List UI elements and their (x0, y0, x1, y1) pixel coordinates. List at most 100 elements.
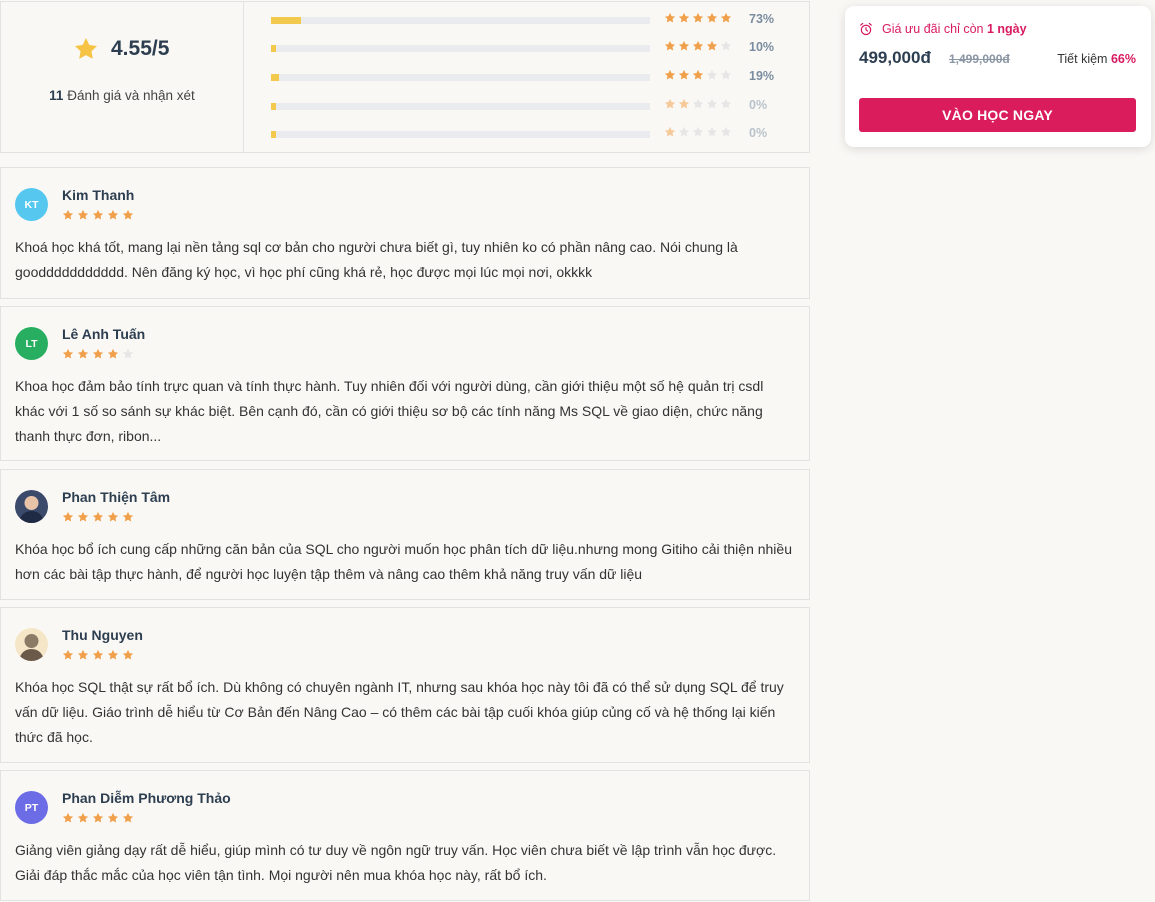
distribution-stars (664, 98, 732, 110)
user-photo-icon (19, 496, 44, 523)
review-text: Khóa học bổ ích cung cấp những căn bản c… (15, 541, 792, 582)
average-rating: 4.55/5 (73, 36, 169, 62)
average-score: 4.55/5 (111, 37, 170, 60)
promo-countdown: Giá ưu đãi chỉ còn 1 ngày (859, 22, 1027, 36)
rating-count: 11 Đánh giá và nhận xét (1, 88, 243, 103)
promo-countdown-text: Giá ưu đãi chỉ còn 1 ngày (882, 22, 1027, 36)
distribution-bar (271, 17, 650, 24)
star-icon (692, 40, 704, 51)
savings-value: 66% (1110, 52, 1136, 66)
star-icon (664, 98, 676, 109)
distribution-stars (664, 12, 732, 24)
original-price: 1,499,000đ (949, 52, 1010, 66)
distribution-bar (271, 74, 650, 81)
star-icon (77, 812, 89, 823)
star-icon (62, 649, 74, 660)
distribution-bar-fill (271, 131, 276, 138)
distribution-row: 10% (271, 40, 791, 56)
star-icon (92, 348, 104, 359)
reviewer-name: Lê Anh Tuấn (62, 326, 146, 342)
star-icon (720, 40, 732, 51)
star-icon (692, 69, 704, 80)
savings: Tiết kiệm 66% (1057, 52, 1136, 66)
avatar-initials: LT (25, 337, 38, 350)
rating-count-number: 11 (49, 88, 64, 103)
star-icon (678, 69, 690, 80)
star-icon (706, 12, 718, 23)
star-icon (720, 12, 732, 23)
star-icon (678, 40, 690, 51)
star-icon (720, 126, 732, 137)
avatar: PT (15, 791, 48, 824)
avatar-initials: KT (24, 198, 39, 211)
countdown-prefix: Giá ưu đãi chỉ còn (882, 22, 984, 36)
distribution-row: 19% (271, 69, 791, 85)
star-icon (706, 69, 718, 80)
distribution-row: 0% (271, 98, 791, 114)
star-icon (664, 12, 676, 23)
star-icon (74, 37, 98, 59)
savings-label: Tiết kiệm (1057, 52, 1108, 66)
current-price: 499,000đ (859, 48, 931, 67)
start-learning-button[interactable]: VÀO HỌC NGAY (859, 98, 1136, 132)
avatar (15, 490, 48, 523)
distribution-bar (271, 45, 650, 52)
star-icon (107, 511, 119, 522)
rating-summary: 4.55/5 11 Đánh giá và nhận xét 73% 10% 19%… (0, 1, 810, 153)
star-icon (664, 126, 676, 137)
distribution-bar-fill (271, 17, 302, 24)
review-stars (62, 209, 134, 221)
review-text: Khoa học đảm bảo tính trực quan và tính … (15, 378, 764, 444)
star-icon (62, 812, 74, 823)
avatar (15, 628, 48, 661)
distribution-percent: 10% (749, 40, 775, 54)
avatar-initials: PT (24, 801, 39, 814)
distribution-row: 0% (271, 126, 791, 142)
star-icon (62, 209, 74, 220)
distribution-stars (664, 126, 732, 138)
star-icon (706, 126, 718, 137)
reviewer-name: Phan Thiện Tâm (62, 489, 171, 505)
star-icon (107, 209, 119, 220)
distribution-bar-fill (271, 103, 276, 110)
star-icon (706, 98, 718, 109)
distribution-stars (664, 69, 732, 81)
star-icon (122, 649, 134, 660)
rating-count-label: Đánh giá và nhận xét (67, 88, 195, 103)
distribution-bar-fill (271, 45, 276, 52)
star-icon (92, 209, 104, 220)
star-icon (122, 209, 134, 220)
review-stars (62, 348, 134, 360)
distribution-percent: 0% (749, 126, 768, 140)
star-icon (692, 126, 704, 137)
user-photo-icon (19, 634, 44, 661)
star-icon (62, 348, 74, 359)
star-icon (92, 511, 104, 522)
star-icon (678, 98, 690, 109)
distribution-percent: 19% (749, 69, 775, 83)
distribution-bar (271, 103, 650, 110)
review-card: KT Kim Thanh Khoá học khá tốt, mang lại nề… (0, 167, 810, 299)
distribution-percent: 0% (749, 98, 768, 112)
review-stars (62, 812, 134, 824)
review-stars (62, 511, 134, 523)
alarm-clock-icon (860, 22, 872, 36)
star-icon (692, 98, 704, 109)
avatar: LT (15, 327, 48, 360)
review-text: Giảng viên giảng dạy rất dễ hiểu, giúp m… (15, 842, 777, 883)
review-card: PT Phan Diễm Phương Thảo Giảng viên giảng … (0, 770, 810, 901)
distribution-row: 73% (271, 12, 791, 28)
star-icon (92, 649, 104, 660)
star-icon (692, 12, 704, 23)
star-icon (720, 69, 732, 80)
star-icon (107, 649, 119, 660)
promo-card: Giá ưu đãi chỉ còn 1 ngày 499,000đ 1,499… (845, 6, 1151, 147)
star-icon (77, 209, 89, 220)
star-icon (664, 69, 676, 80)
star-icon (107, 812, 119, 823)
review-stars (62, 649, 134, 661)
star-icon (720, 98, 732, 109)
distribution-stars (664, 40, 732, 52)
star-icon (664, 40, 676, 51)
star-icon (77, 348, 89, 359)
